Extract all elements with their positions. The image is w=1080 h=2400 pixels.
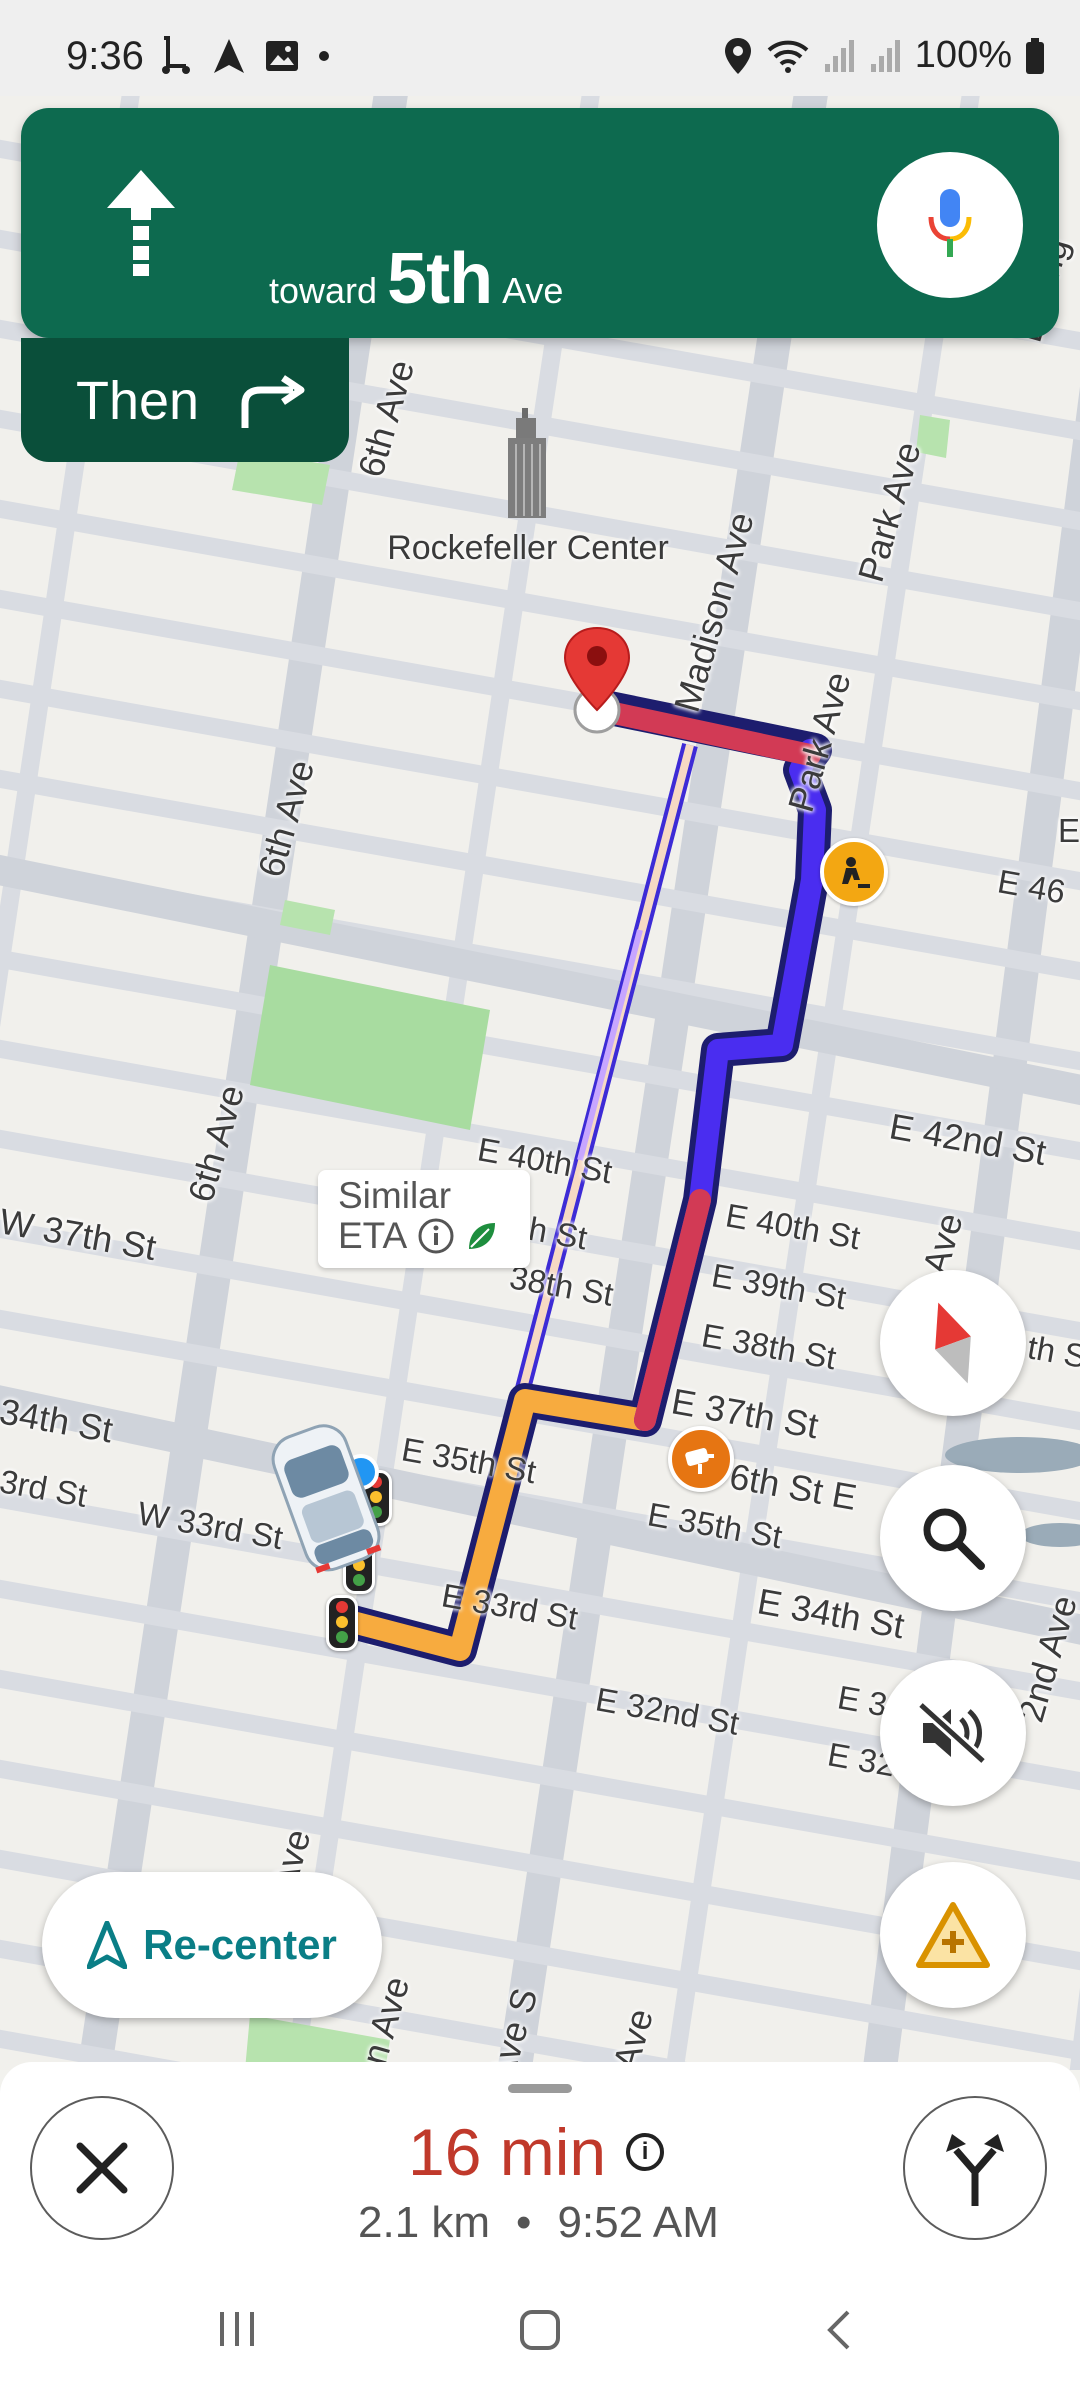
volume-off-icon	[917, 1701, 987, 1765]
skyscraper-icon	[508, 408, 546, 518]
similar-eta-tag[interactable]: Similar ETA	[318, 1170, 530, 1268]
re-center-button[interactable]: Re-center	[42, 1872, 382, 2018]
google-mic-icon	[928, 189, 972, 257]
signal-icon-2	[870, 39, 900, 72]
camera-glyph-icon	[685, 1448, 714, 1474]
construction-icon[interactable]	[820, 838, 888, 906]
eta-tag-line2: ETA	[338, 1215, 408, 1256]
landmark-rockefeller-center[interactable]: Rockefeller Center	[378, 408, 678, 568]
street-label: E	[1058, 812, 1080, 849]
alternate-routes-button[interactable]	[903, 2096, 1047, 2240]
back-icon[interactable]	[824, 2308, 854, 2352]
navigation-arrow-icon	[87, 1921, 128, 1969]
eta-tag-line1: Similar	[338, 1175, 452, 1216]
home-icon[interactable]	[518, 2308, 562, 2352]
compass-button[interactable]	[880, 1270, 1026, 1416]
straight-arrow-icon	[107, 170, 175, 276]
eta-minutes: 16 min	[408, 2115, 607, 2189]
turn-instruction-banner[interactable]: toward 5th Ave	[21, 108, 1059, 338]
status-bar: 9:36 100%	[0, 0, 1080, 96]
location-icon	[724, 37, 751, 74]
more-notifications-dot-icon	[319, 51, 329, 61]
turn-right-icon	[241, 375, 305, 428]
info-icon	[418, 1218, 454, 1254]
speed-camera-icon[interactable]	[668, 1426, 734, 1492]
toward-street-suffix: Ave	[502, 270, 564, 311]
info-icon[interactable]: i	[626, 2133, 665, 2171]
alternate-routes-icon	[946, 2134, 1004, 2206]
worker-icon	[842, 857, 870, 888]
destination-pin-icon[interactable]	[563, 624, 631, 739]
search-icon	[923, 1508, 985, 1570]
eco-leaf-icon	[469, 1223, 496, 1249]
eta-duration[interactable]: 16 min i	[408, 2114, 665, 2190]
exit-navigation-button[interactable]	[30, 2096, 174, 2240]
system-navigation-bar	[0, 2270, 1080, 2400]
toward-street-text: toward 5th Ave	[269, 238, 563, 320]
traffic-light-icon	[326, 1595, 358, 1651]
map-pin-icon	[563, 626, 631, 734]
voice-search-button[interactable]	[877, 152, 1023, 298]
toward-label: toward	[269, 270, 378, 311]
close-icon	[76, 2142, 128, 2194]
arrival-time: 9:52 AM	[557, 2198, 719, 2247]
battery-icon	[1026, 37, 1044, 74]
trip-distance: 2.1 km	[358, 2198, 491, 2247]
wifi-icon	[767, 40, 809, 73]
signal-icon-1	[824, 39, 854, 72]
search-along-route-button[interactable]	[880, 1465, 1026, 1611]
gallery-icon	[266, 41, 298, 71]
navigation-arrow-icon	[214, 39, 244, 73]
trip-details: 2.1 km • 9:52 AM	[358, 2198, 719, 2248]
toward-street-name: 5th	[387, 239, 493, 319]
mute-button[interactable]	[880, 1660, 1026, 1806]
current-location-car-icon	[265, 1410, 385, 1585]
report-incident-button[interactable]	[880, 1862, 1026, 2008]
then-instruction-box[interactable]: Then	[21, 338, 349, 462]
re-center-label: Re-center	[143, 1921, 337, 1968]
compass-icon	[935, 1302, 971, 1384]
landmark-label: Rockefeller Center	[387, 529, 669, 567]
separator-dot: •	[516, 2198, 532, 2247]
report-incident-icon	[916, 1902, 990, 1968]
drag-handle[interactable]	[508, 2084, 572, 2093]
status-time: 9:36	[66, 34, 144, 78]
then-label: Then	[76, 371, 200, 431]
recent-apps-icon[interactable]	[216, 2308, 258, 2348]
battery-percentage: 100%	[914, 34, 1012, 76]
scooter-notification-icon	[162, 36, 190, 74]
